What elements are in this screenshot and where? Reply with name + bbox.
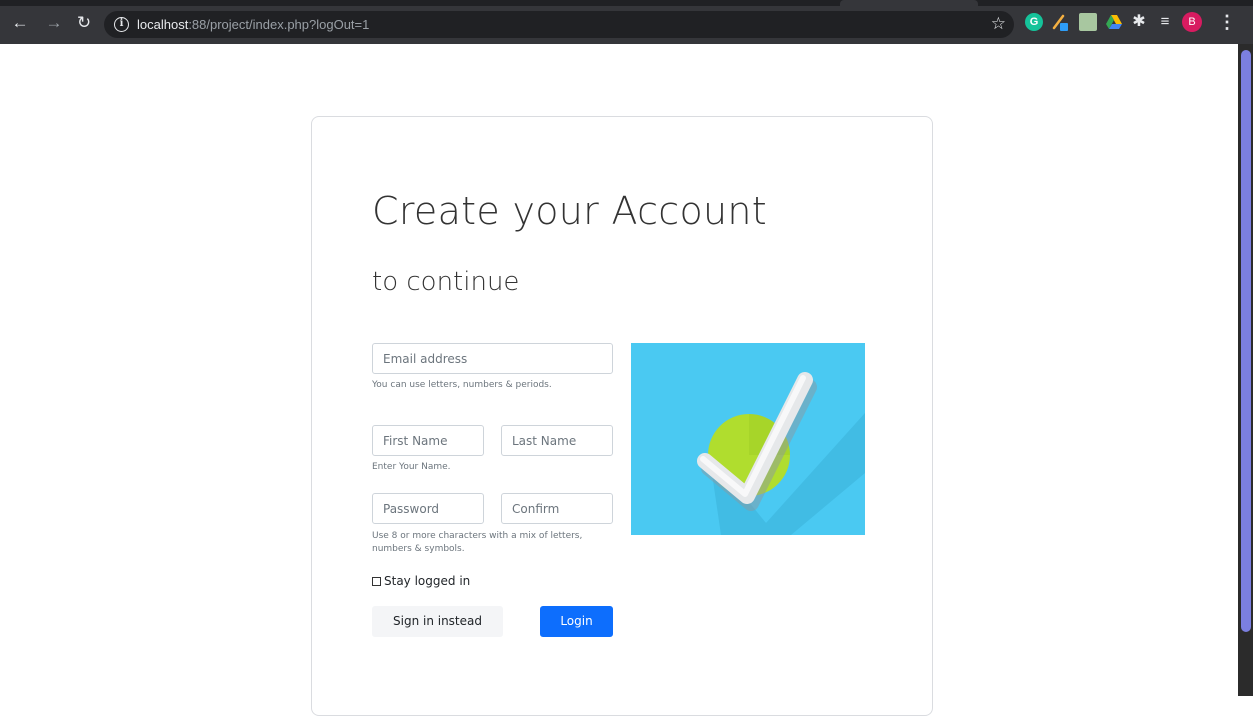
page-subtitle: to continue	[372, 267, 520, 297]
arrow-right-icon: →	[45, 13, 63, 32]
checkbox-box[interactable]	[372, 576, 381, 586]
page-title: Create your Account	[372, 189, 767, 233]
google-drive-icon[interactable]	[1105, 13, 1123, 31]
scrollbar-thumb[interactable]	[1241, 50, 1251, 632]
reload-icon: ↻	[76, 13, 92, 32]
address-bar[interactable]: i localhost:88/project/index.php?logOut=…	[104, 11, 1014, 38]
active-tab[interactable]	[840, 0, 978, 6]
first-name-field[interactable]	[372, 425, 484, 456]
sign-in-instead-button[interactable]: Sign in instead	[372, 606, 503, 637]
checkmark-icon	[697, 372, 865, 535]
password-field[interactable]	[372, 493, 484, 524]
confirm-password-field[interactable]	[501, 493, 613, 524]
star-icon[interactable]: ☆	[991, 14, 1006, 34]
url-path: :88/project/index.php?logOut=1	[188, 17, 370, 32]
last-name-field[interactable]	[501, 425, 613, 456]
info-icon[interactable]: i	[114, 17, 129, 32]
tab-strip	[0, 0, 1253, 6]
reading-list-icon[interactable]: ≡	[1156, 13, 1174, 31]
avatar[interactable]: B	[1182, 12, 1202, 32]
login-button[interactable]: Login	[540, 606, 613, 637]
grammarly-icon[interactable]: G	[1025, 13, 1043, 31]
pen-extension-icon[interactable]	[1051, 13, 1069, 31]
email-field[interactable]	[372, 343, 613, 374]
forward-button[interactable]: →	[44, 13, 64, 33]
password-help-text: Use 8 or more characters with a mix of l…	[372, 531, 583, 554]
puzzle-icon[interactable]: ✱	[1130, 13, 1148, 31]
url-text[interactable]: localhost:88/project/index.php?logOut=1	[137, 17, 369, 32]
reload-button[interactable]: ↻	[74, 13, 94, 33]
extension-box-icon[interactable]	[1079, 13, 1097, 31]
arrow-left-icon: ←	[11, 13, 29, 32]
browser-toolbar: ← → ↻ i localhost:88/project/index.php?l…	[0, 0, 1253, 44]
stay-logged-in-label: Stay logged in	[384, 574, 471, 588]
checkmark-illustration	[631, 343, 865, 535]
email-help-text: You can use letters, numbers & periods.	[372, 380, 552, 390]
name-help-text: Enter Your Name.	[372, 462, 451, 472]
signup-card: Create your Account to continue You can …	[311, 116, 933, 716]
stay-logged-in-checkbox[interactable]: Stay logged in	[372, 574, 470, 588]
url-host: localhost	[137, 17, 189, 32]
kebab-menu-icon[interactable]: ⋮	[1218, 12, 1236, 32]
back-button[interactable]: ←	[10, 13, 30, 33]
